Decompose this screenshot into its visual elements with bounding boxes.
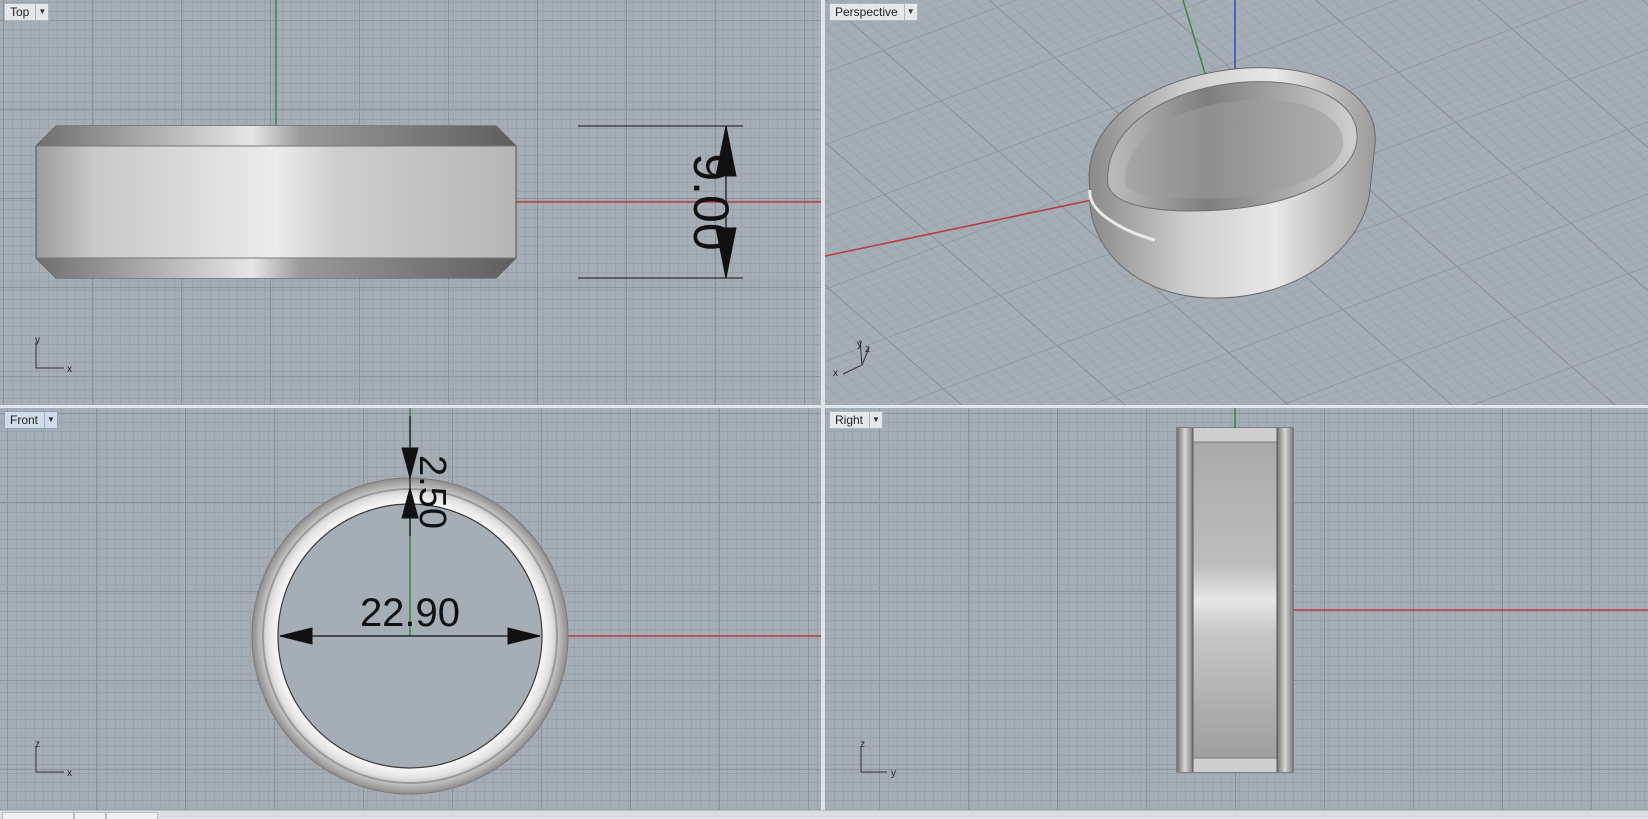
- gizmo-y-label: y: [891, 768, 896, 779]
- perspective-view-canvas: y z x: [825, 0, 1648, 405]
- gizmo-y-label: y: [35, 335, 40, 346]
- dimension-9-text: 9.00: [683, 153, 739, 250]
- gizmo-z-label: z: [35, 739, 40, 750]
- viewport-label-top[interactable]: Top ▼: [4, 3, 50, 21]
- triangle-down-icon[interactable]: ▼: [869, 412, 882, 428]
- viewport-tab[interactable]: [74, 812, 106, 819]
- axis-gizmo-icon: [35, 746, 64, 773]
- dimension-diameter-text: 22.90: [360, 591, 460, 635]
- viewport-top[interactable]: Top ▼ 9.00 y x: [0, 0, 821, 405]
- viewport-label-text: Top: [10, 5, 30, 19]
- gizmo-z-label: z: [860, 739, 865, 750]
- viewport-tab[interactable]: [106, 812, 158, 819]
- gizmo-x-label: x: [67, 364, 72, 375]
- viewport-front[interactable]: Front ▼ 22.90 2.50 z x: [0, 408, 821, 810]
- viewport-label-text: Perspective: [835, 5, 898, 19]
- viewport-perspective[interactable]: y z x Perspective ▼: [825, 0, 1648, 405]
- gizmo-x-label: x: [833, 368, 838, 379]
- rhino-workspace: Top ▼ 9.00 y x y z x Perspective ▼ Front…: [0, 0, 1648, 819]
- axis-gizmo-icon: [35, 342, 64, 369]
- triangle-down-icon[interactable]: ▼: [35, 4, 48, 20]
- dimension-thickness-text: 2.50: [411, 455, 453, 529]
- right-view-canvas: z y: [860, 408, 1648, 779]
- viewport-label-text: Front: [10, 413, 39, 427]
- gizmo-z-label: z: [865, 344, 870, 355]
- viewport-tab[interactable]: [2, 812, 74, 819]
- viewport-label-text: Right: [835, 413, 864, 427]
- top-view-canvas: 9.00 y x: [35, 0, 821, 375]
- ring-top-view: [35, 125, 517, 279]
- viewport-right[interactable]: Right ▼ z y: [825, 408, 1648, 810]
- triangle-down-icon[interactable]: ▼: [44, 412, 57, 428]
- gizmo-y-label: y: [857, 339, 862, 350]
- gizmo-x-label: x: [67, 768, 72, 779]
- front-view-canvas: 22.90 2.50 z x: [35, 408, 821, 795]
- viewport-label-perspective[interactable]: Perspective ▼: [829, 3, 918, 21]
- triangle-down-icon[interactable]: ▼: [903, 4, 917, 20]
- viewport-label-right[interactable]: Right ▼: [829, 411, 884, 429]
- viewport-label-front[interactable]: Front ▼: [4, 411, 59, 429]
- ring-right-view: [1176, 427, 1294, 773]
